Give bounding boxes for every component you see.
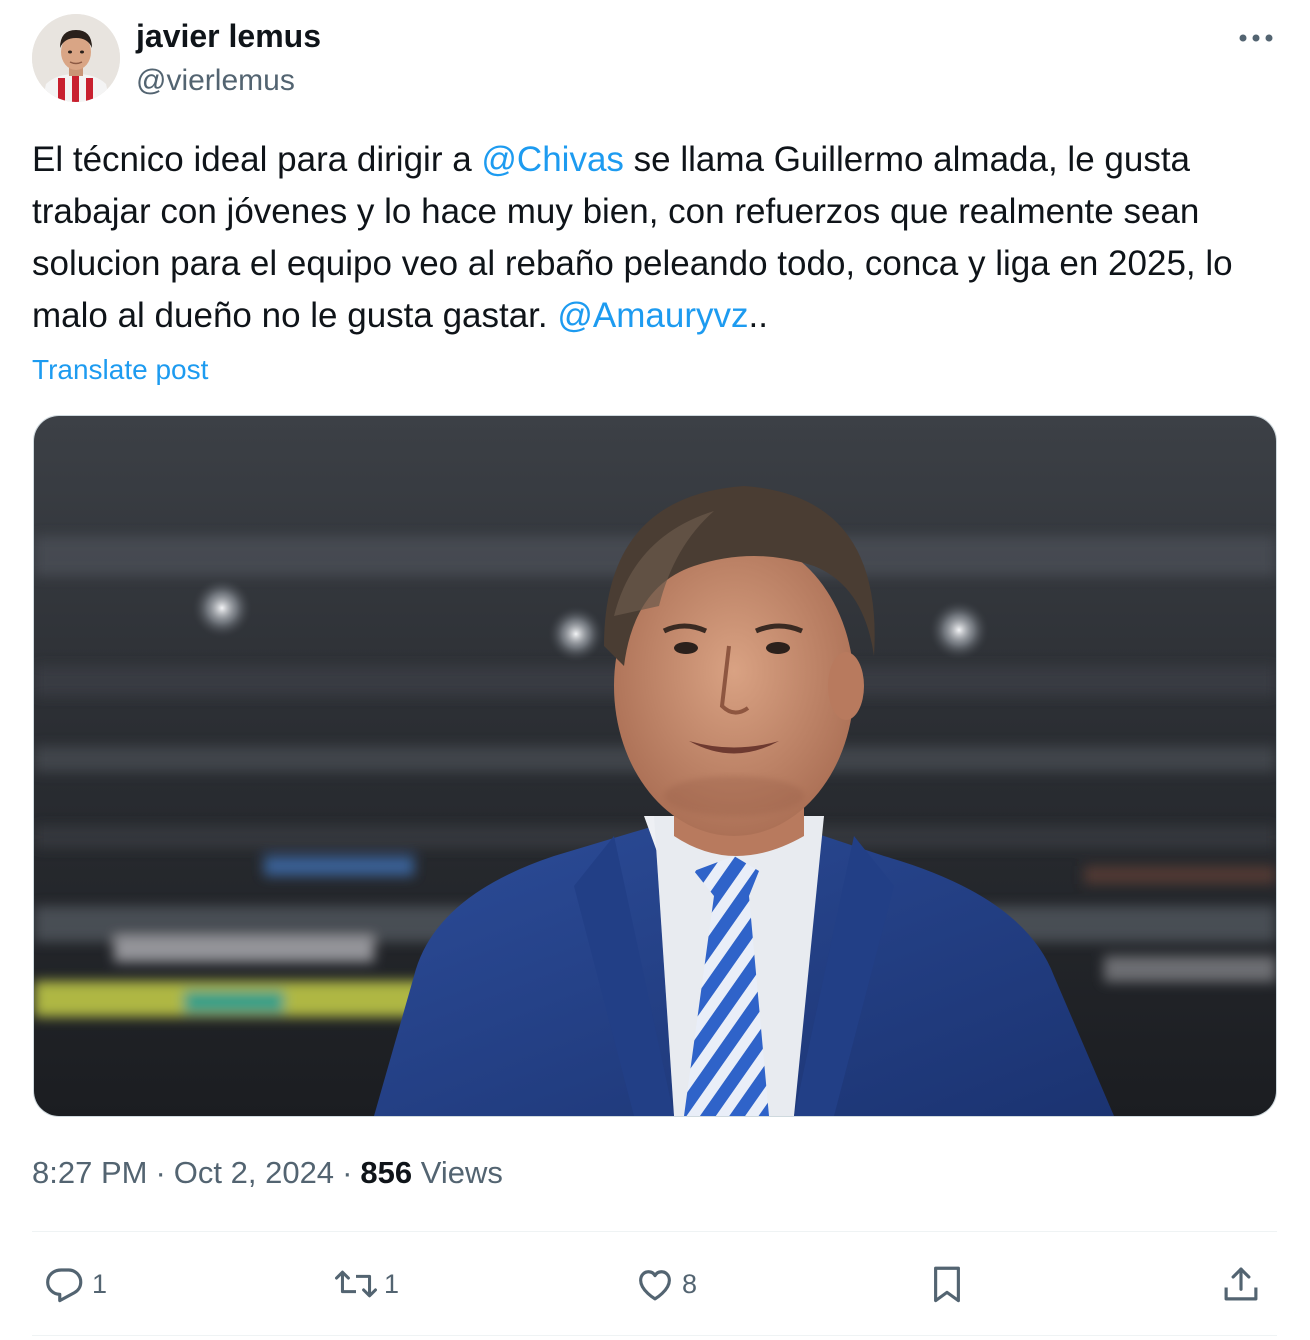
author-handle[interactable]: @vierlemus (136, 62, 295, 100)
meta-separator: · (155, 1155, 166, 1190)
tweet-card: javier lemus @vierlemus El técnico ideal… (0, 0, 1310, 1340)
author-avatar[interactable] (32, 14, 120, 102)
tweet-text: El técnico ideal para dirigir a @Chivas … (32, 134, 1282, 342)
bookmark-button[interactable] (926, 1258, 968, 1310)
tweet-text-segment: .. (748, 296, 768, 335)
translate-post-link[interactable]: Translate post (32, 352, 208, 388)
views-label: Views (420, 1155, 503, 1190)
like-count: 8 (682, 1268, 698, 1299)
reply-icon (46, 1268, 83, 1303)
tweet-date[interactable]: Oct 2, 2024 (174, 1155, 334, 1190)
divider-top (32, 1231, 1277, 1232)
repost-count: 1 (384, 1268, 400, 1299)
mention-link-amauryvz[interactable]: @Amauryvz (557, 296, 748, 335)
tweet-photo[interactable] (33, 415, 1277, 1117)
tweet-meta: 8:27 PM · Oct 2, 2024 · 856 Views (32, 1152, 503, 1194)
share-icon (1224, 1267, 1258, 1301)
reply-count: 1 (92, 1268, 108, 1299)
tweet-time[interactable]: 8:27 PM (32, 1155, 147, 1190)
mention-link-chivas[interactable]: @Chivas (481, 140, 624, 179)
avatar-image (32, 14, 120, 102)
meta-separator: · (342, 1155, 353, 1190)
like-button[interactable]: 8 (634, 1258, 697, 1310)
divider-bottom (32, 1335, 1277, 1336)
photo-coach-in-stadium (34, 416, 1276, 1116)
more-horizontal-icon (1239, 34, 1273, 42)
like-icon (639, 1270, 671, 1301)
bookmark-icon (934, 1266, 960, 1303)
share-button[interactable] (1220, 1258, 1262, 1310)
repost-button[interactable]: 1 (334, 1258, 399, 1310)
views-count: 856 (360, 1155, 413, 1190)
reply-button[interactable]: 1 (44, 1258, 107, 1310)
author-name[interactable]: javier lemus (136, 16, 321, 56)
more-options-button[interactable] (1232, 22, 1280, 54)
tweet-text-segment: El técnico ideal para dirigir a (32, 140, 482, 179)
repost-icon (335, 1270, 377, 1298)
